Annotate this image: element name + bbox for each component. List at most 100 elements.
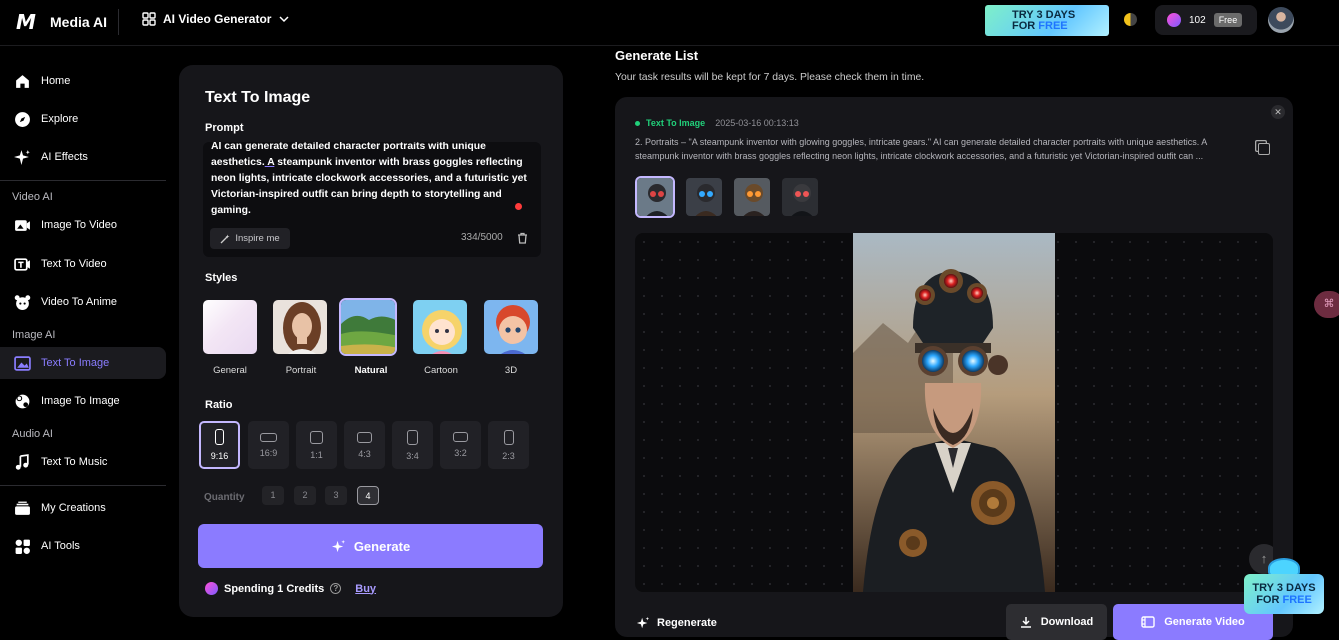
- promo-box: TRY 3 DAYS FOR FREE: [1244, 574, 1324, 614]
- thumb-image: [637, 178, 673, 216]
- ratio-option-2-3[interactable]: 2:3: [488, 421, 529, 469]
- sidebar-item-label: AI Effects: [41, 151, 88, 163]
- style-name: Cartoon: [424, 365, 458, 376]
- download-icon: [1020, 617, 1031, 628]
- close-icon[interactable]: ✕: [1271, 105, 1285, 119]
- divider: [118, 9, 119, 35]
- style-thumb-portrait: [273, 300, 327, 354]
- sidebar-item-text-to-video[interactable]: Text To Video: [0, 248, 166, 280]
- ratio-shape-icon: [407, 429, 418, 445]
- generate-button[interactable]: Generate: [198, 524, 543, 568]
- credits-display[interactable]: 102 Free: [1155, 5, 1257, 35]
- text-video-icon: [14, 257, 30, 271]
- trash-icon[interactable]: [517, 232, 528, 244]
- sidebar-divider: [0, 180, 166, 181]
- ratio-label-text: 4:3: [358, 448, 371, 459]
- style-thumb-cartoon: [413, 300, 467, 354]
- tools-grid-icon: [15, 539, 30, 554]
- sidebar-item-my-creations[interactable]: My Creations: [0, 492, 166, 524]
- generate-label: Generate: [353, 538, 411, 554]
- ratio-shape-icon: [215, 429, 224, 445]
- ratio-option-3-2[interactable]: 3:2: [440, 421, 481, 469]
- inspire-me-button[interactable]: Inspire me: [210, 228, 290, 249]
- sidebar-item-label: AI Tools: [41, 540, 80, 552]
- quantity-option-1[interactable]: 1: [262, 486, 284, 505]
- sidebar-item-label: Text To Image: [41, 357, 110, 369]
- home-icon: [16, 74, 29, 88]
- task-result-card: ✕ Text To Image 2025-03-16 00:13:13 2. P…: [615, 97, 1293, 640]
- style-card-portrait[interactable]: [271, 298, 329, 356]
- quantity-option-3[interactable]: 3: [325, 486, 347, 505]
- floating-free-trial-promo[interactable]: TRY 3 DAYS FOR FREE: [1240, 558, 1328, 618]
- ratio-label-text: 16:9: [259, 447, 278, 458]
- ratio-option-4-3[interactable]: 4:3: [344, 421, 385, 469]
- spending-text: Spending 1 Credits: [224, 583, 324, 595]
- style-card-cartoon[interactable]: [411, 298, 469, 356]
- sidebar-item-explore[interactable]: Explore: [0, 103, 166, 135]
- sidebar-item-text-to-music[interactable]: Text To Music: [0, 446, 166, 478]
- buy-link[interactable]: Buy: [355, 583, 376, 595]
- sidebar-item-label: Video To Anime: [41, 296, 118, 308]
- regenerate-button[interactable]: Regenerate: [636, 616, 717, 630]
- sidebar-item-ai-effects[interactable]: AI Effects: [0, 141, 166, 173]
- theme-toggle-icon[interactable]: [1124, 13, 1137, 26]
- ratio-shape-icon: [260, 432, 277, 442]
- app-switcher-label: AI Video Generator: [163, 12, 272, 26]
- download-button[interactable]: Download: [1006, 604, 1107, 640]
- style-card-natural[interactable]: [339, 298, 397, 356]
- user-avatar[interactable]: [1268, 7, 1294, 33]
- result-thumbnail-1[interactable]: [635, 176, 675, 218]
- quantity-option-2[interactable]: 2: [294, 486, 316, 505]
- sidebar-item-ai-tools[interactable]: AI Tools: [0, 530, 166, 562]
- sidebar-item-label: My Creations: [41, 502, 106, 514]
- compass-icon: [15, 111, 30, 127]
- brand-name: Media AI: [50, 14, 108, 30]
- result-thumbnail-3[interactable]: [732, 176, 772, 218]
- help-icon[interactable]: ?: [330, 583, 342, 594]
- free-trial-banner[interactable]: TRY 3 DAYS FOR FREE: [985, 5, 1109, 36]
- brand-logo[interactable]: M Media AI: [16, 10, 107, 34]
- quantity-label: Quantity: [204, 492, 245, 503]
- task-header: Text To Image 2025-03-16 00:13:13: [635, 118, 799, 128]
- ratio-label-text: 2:3: [502, 450, 515, 461]
- result-thumbnail-4[interactable]: [780, 176, 820, 218]
- sidebar-item-label: Image To Image: [41, 395, 120, 407]
- chevron-down-icon: [279, 16, 290, 23]
- style-card-general[interactable]: [201, 298, 259, 356]
- download-label: Download: [1040, 616, 1094, 628]
- panel-title: Text To Image: [205, 89, 311, 106]
- sidebar-item-image-to-image[interactable]: Image To Image: [0, 385, 166, 417]
- plan-badge: Free: [1213, 13, 1243, 27]
- grid-icon: [142, 12, 156, 26]
- floating-tool-icon[interactable]: ⌘: [1314, 291, 1339, 318]
- ratio-shape-icon: [503, 429, 514, 445]
- style-name: Natural: [354, 365, 388, 376]
- sidebar-item-home[interactable]: Home: [0, 65, 166, 97]
- sidebar-item-label: Text To Video: [41, 258, 107, 270]
- ratio-option-3-4[interactable]: 3:4: [392, 421, 433, 469]
- copy-icon[interactable]: [1258, 143, 1270, 155]
- ratio-option-1-1[interactable]: 1:1: [296, 421, 337, 469]
- generate-video-label: Generate Video: [1164, 616, 1245, 628]
- app-switcher[interactable]: AI Video Generator: [142, 12, 290, 26]
- promo-for: FOR: [1012, 20, 1039, 32]
- sidebar-item-image-to-video[interactable]: Image To Video: [0, 209, 166, 241]
- quantity-option-4[interactable]: 4: [357, 486, 379, 505]
- spending-prefix: Spending: [224, 582, 278, 595]
- spending-suffix: Credits: [283, 582, 325, 595]
- ratio-label: Ratio: [205, 399, 233, 411]
- style-card-3d[interactable]: [482, 298, 540, 356]
- result-thumbnail-2[interactable]: [684, 176, 724, 218]
- group-label-audio: Audio AI: [12, 428, 53, 440]
- ratio-option-16-9[interactable]: 16:9: [248, 421, 289, 469]
- sidebar-item-text-to-image[interactable]: Text To Image: [0, 347, 166, 379]
- generated-image[interactable]: [853, 233, 1055, 592]
- ratio-option-9-16[interactable]: 9:16: [199, 421, 240, 469]
- sidebar-item-video-to-anime[interactable]: Video To Anime: [0, 286, 166, 318]
- prompt-text-part: A: [264, 156, 275, 168]
- inspire-me-label: Inspire me: [235, 233, 280, 244]
- ratio-label-text: 1:1: [310, 449, 323, 460]
- group-label-image: Image AI: [12, 329, 56, 341]
- thumb-image: [734, 178, 770, 216]
- group-label-video: Video AI: [12, 191, 53, 203]
